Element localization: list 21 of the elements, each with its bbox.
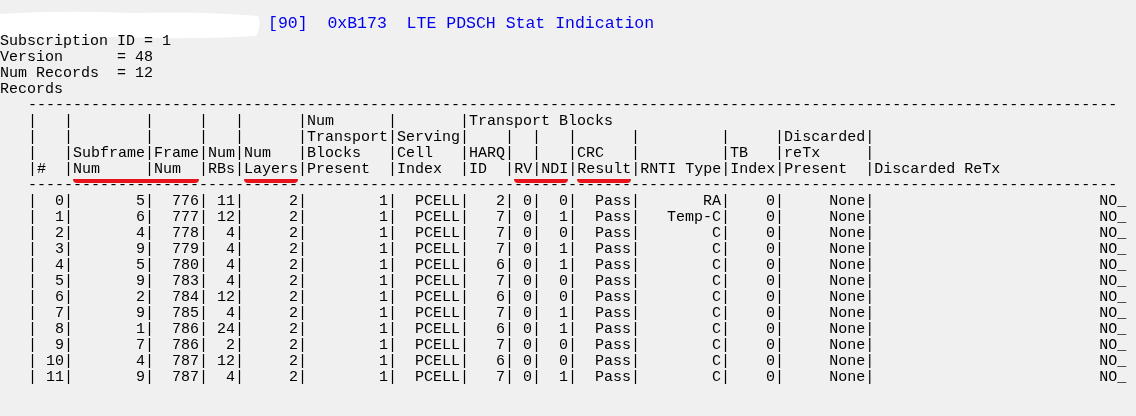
table-row: | 1| 6| 777| 12| 2| 1| PCELL| 7| 0| 1| Pass| Temp-C| 0| None| NO_ [28,210,1127,226]
dashed-rule: ------------------------------------------------------------------------------------------------------------------------- [28,98,1118,114]
table-row: | 5| 9| 783| 4| 2| 1| PCELL| 7| 0| 0| Pass| C| 0| None| NO_ [28,274,1127,290]
log-line: Records [0,82,63,98]
table-row: | 8| 1| 786| 24| 2| 1| PCELL| 6| 0| 1| Pass| C| 0| None| NO_ [28,322,1127,338]
log-title: [90] 0xB173 LTE PDSCH Stat Indication [268,14,655,34]
log-line: Version = 48 [0,50,154,66]
table-row: | 6| 2| 784| 12| 2| 1| PCELL| 6| 0| 0| Pass| C| 0| None| NO_ [28,290,1127,306]
table-row: | 10| 4| 787| 12| 2| 1| PCELL| 6| 0| 0| Pass| C| 0| None| NO_ [28,354,1127,370]
table-row: | 4| 5| 780| 4| 2| 1| PCELL| 6| 0| 1| Pass| C| 0| None| NO_ [28,258,1127,274]
table-row: | 11| 9| 787| 4| 2| 1| PCELL| 7| 0| 1| Pass| C| 0| None| NO_ [28,370,1127,386]
table-row: | 2| 4| 778| 4| 2| 1| PCELL| 7| 0| 0| Pass| C| 0| None| NO_ [28,226,1127,242]
log-line: Subscription ID = 1 [0,34,172,50]
table-row: | 7| 9| 785| 4| 2| 1| PCELL| 7| 0| 1| Pass| C| 0| None| NO_ [28,306,1127,322]
table-header-line: | | | | | |Transport|Serving| | | | | | |Discarded| [28,130,875,146]
table-header-line: | | | | | |Num | |Transport Blocks [28,114,614,130]
table-row: | 0| 5| 776| 11| 2| 1| PCELL| 2| 0| 0| Pass| RA| 0| None| NO_ [28,194,1127,210]
table-header-line: | |Subframe|Frame|Num|Num |Blocks |Cell |HARQ| | |CRC | |TB |reTx | [28,146,875,162]
table-row: | 3| 9| 779| 4| 2| 1| PCELL| 7| 0| 1| Pass| C| 0| None| NO_ [28,242,1127,258]
log-line: Num Records = 12 [0,66,154,82]
table-row: | 9| 7| 786| 2| 2| 1| PCELL| 7| 0| 0| Pass| C| 0| None| NO_ [28,338,1127,354]
